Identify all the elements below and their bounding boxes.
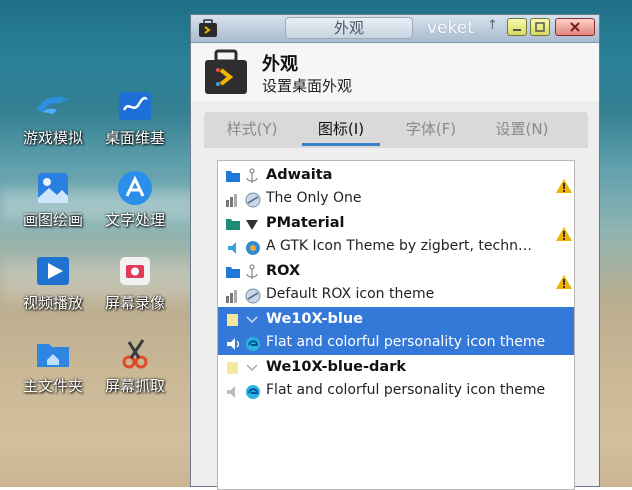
close-button[interactable] [555,18,595,36]
writer-icon [115,168,155,208]
browser-icon [245,288,261,304]
theme-description: Flat and colorful personality icon theme [266,382,546,398]
theme-description: Default ROX icon theme [266,286,435,302]
home-folder-icon [33,334,73,374]
folder-icon [226,219,240,230]
window-header: 外观 设置桌面外观 [191,43,599,101]
edge-browser-icon [246,337,260,351]
paint-icon [33,168,73,208]
dolphin-icon [33,86,73,126]
theme-name: Adwaita [266,167,333,183]
desktop-icon-home-folder[interactable]: 主文件夹 [11,334,95,396]
list-item[interactable]: We10X-blue-dark Flat and colorful person… [218,355,574,403]
tab-fonts[interactable]: 字体(F) [390,112,472,146]
chevron-down-icon [246,364,258,372]
desktop-icon-word-processor[interactable]: 文字处理 [93,168,177,230]
tab-style[interactable]: 样式(Y) [210,112,294,146]
anchor-icon [246,168,258,183]
list-item[interactable]: PMaterial A GTK Icon Theme by zigbert, t… [218,211,574,259]
warning-icon [556,179,572,193]
browser-icon [246,241,260,255]
window-titlebar[interactable]: 外观 veket ↑ [191,15,599,43]
page-subtitle: 设置桌面外观 [262,77,353,95]
tab-icons[interactable]: 图标(I) [302,112,380,146]
folder-icon [227,362,238,374]
triangle-down-icon [246,220,258,230]
volume-icon [227,386,235,398]
chevron-down-icon [246,316,258,324]
theme-name: ROX [266,263,301,279]
desktop-icon-label: 屏幕抓取 [104,377,165,395]
folder-icon [226,171,240,182]
warning-icon [556,275,572,289]
desktop-icon-video-player[interactable]: 视频播放 [11,251,95,313]
desktop-icon-label: 文字处理 [104,211,165,229]
user-name: veket [427,18,474,38]
tab-bar: 样式(Y) 图标(I) 字体(F) 设置(N) [204,112,588,148]
desktop-icon-label: 游戏模拟 [22,129,83,147]
list-item[interactable]: ROX Default ROX icon theme [218,259,574,307]
list-item-selected[interactable]: We10X-blue Flat and colorful personality… [218,307,574,355]
minimize-button[interactable] [507,18,527,36]
theme-description: A GTK Icon Theme by zigbert, techn… [266,238,532,254]
appearance-icon [203,48,249,96]
wiki-icon [115,86,155,126]
icon-theme-list[interactable]: Adwaita The Only One PMaterial A GTK Ico… [217,160,575,490]
desktop-icon-game-emulator[interactable]: 游戏模拟 [11,86,95,148]
tab-settings[interactable]: 设置(N) [480,112,564,146]
maximize-button[interactable] [530,18,550,36]
folder-icon [227,314,238,326]
volume-icon [227,338,240,350]
desktop-icon-screen-recorder[interactable]: 屏幕录像 [93,251,177,313]
edge-browser-icon [246,385,260,399]
desktop-icon-desktop-wiki[interactable]: 桌面维基 [93,86,177,148]
volume-icon [228,242,236,254]
warning-icon [556,227,572,241]
video-player-icon [33,251,73,291]
theme-description: Flat and colorful personality icon theme [266,334,546,350]
screenshot-icon [115,334,155,374]
desktop-icon-label: 屏幕录像 [104,294,165,312]
browser-icon [245,192,261,208]
pin-icon[interactable]: ↑ [487,18,498,33]
desktop-icon-screenshot[interactable]: 屏幕抓取 [93,334,177,396]
desktop-icon-label: 画图绘画 [22,211,83,229]
desktop-icon-label: 桌面维基 [104,129,165,147]
volume-icon [226,290,237,303]
desktop-icon-label: 主文件夹 [22,377,83,395]
app-icon [197,18,219,38]
folder-icon [226,267,240,278]
anchor-icon [246,264,258,279]
list-item[interactable]: Adwaita The Only One [218,163,574,211]
desktop-icon-paint[interactable]: 画图绘画 [11,168,95,230]
window-title: 外观 [285,17,413,39]
theme-name: PMaterial [266,215,345,231]
volume-icon [226,194,237,207]
appearance-window: 外观 veket ↑ 外观 设置桌面外观 样式(Y) 图标(I) 字体(F) 设… [190,14,600,490]
screen-recorder-icon [115,251,155,291]
page-title: 外观 [262,54,298,75]
theme-description: The Only One [266,190,362,206]
desktop-icon-label: 视频播放 [22,294,83,312]
theme-name: We10X-blue [266,311,364,327]
theme-name: We10X-blue-dark [266,359,406,375]
